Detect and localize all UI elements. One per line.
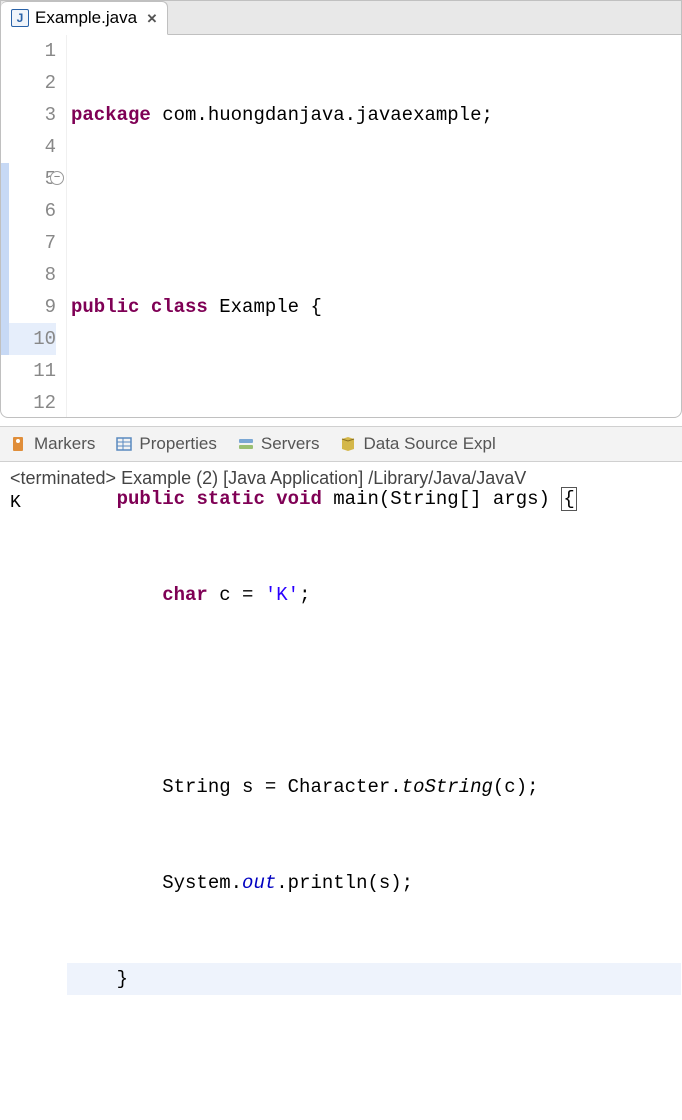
- tab-datasource[interactable]: Data Source Expl: [339, 434, 495, 454]
- editor-tab-bar: J Example.java ✕: [1, 1, 681, 35]
- fold-toggle-icon[interactable]: −: [50, 171, 64, 185]
- line-number: 4: [9, 131, 56, 163]
- editor-pane: J Example.java ✕ 1 2 3 4 5− 6 7 8 9 10 1…: [0, 0, 682, 418]
- tab-filename: Example.java: [35, 8, 137, 28]
- change-marker-strip: [1, 35, 9, 417]
- line-number: 11: [9, 355, 56, 387]
- datasource-icon: [339, 435, 357, 453]
- tab-markers[interactable]: Markers: [10, 434, 95, 454]
- servers-icon: [237, 435, 255, 453]
- line-number: 6: [9, 195, 56, 227]
- close-icon[interactable]: ✕: [147, 8, 157, 28]
- line-number: 8: [9, 259, 56, 291]
- line-number: 9: [9, 291, 56, 323]
- bookmark-icon: [10, 435, 28, 453]
- line-number: 7: [9, 227, 56, 259]
- line-number: 10: [9, 323, 56, 355]
- line-number: 1: [9, 35, 56, 67]
- line-number: 12: [9, 387, 56, 419]
- line-number: 3: [9, 99, 56, 131]
- matching-brace: {: [561, 487, 576, 511]
- tab-servers[interactable]: Servers: [237, 434, 320, 454]
- code-text[interactable]: package com.huongdanjava.javaexample; pu…: [67, 35, 681, 417]
- tab-properties[interactable]: Properties: [115, 434, 216, 454]
- line-number-gutter: 1 2 3 4 5− 6 7 8 9 10 11 12: [9, 35, 67, 417]
- tab-label: Servers: [261, 434, 320, 454]
- tab-label: Properties: [139, 434, 216, 454]
- table-icon: [115, 435, 133, 453]
- java-file-icon: J: [11, 9, 29, 27]
- line-number: 2: [9, 67, 56, 99]
- line-number: 5−: [9, 163, 56, 195]
- tab-label: Data Source Expl: [363, 434, 495, 454]
- tab-label: Markers: [34, 434, 95, 454]
- code-area[interactable]: 1 2 3 4 5− 6 7 8 9 10 11 12 package com.…: [1, 35, 681, 417]
- editor-tab-example[interactable]: J Example.java ✕: [1, 1, 168, 35]
